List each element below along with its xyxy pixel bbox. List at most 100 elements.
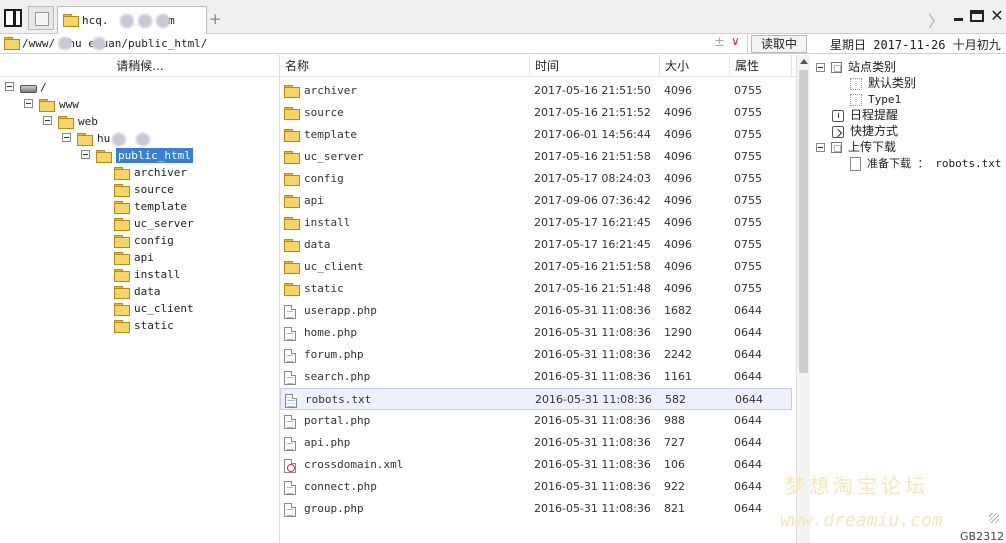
folder-icon: [284, 85, 300, 98]
read-button[interactable]: 读取中: [751, 35, 807, 53]
table-row[interactable]: template 2017-06-01 14:56:44 4096 0755: [280, 124, 792, 146]
table-row[interactable]: connect.php 2016-05-31 11:08:36 922 0644: [280, 476, 792, 498]
tree-node-child[interactable]: template: [114, 198, 187, 215]
tree-node-child[interactable]: archiver: [114, 164, 187, 181]
tree-node-child[interactable]: static: [114, 317, 174, 334]
table-row[interactable]: robots.txt 2016-05-31 11:08:36 582 0644: [280, 388, 792, 410]
tree-node-child[interactable]: uc_server: [114, 215, 194, 232]
tree-node-child[interactable]: data: [114, 283, 161, 300]
folder-icon: [114, 183, 130, 197]
shortcut-icon: [832, 125, 844, 138]
tree-node-child[interactable]: uc_client: [114, 300, 194, 317]
collapse-icon[interactable]: [816, 63, 825, 72]
table-row[interactable]: api 2017-09-06 07:36:42 4096 0755: [280, 190, 792, 212]
folder-icon: [114, 302, 130, 316]
file-time: 2016-05-31 11:08:36: [534, 326, 651, 339]
scroll-up-icon[interactable]: [800, 59, 808, 64]
redaction-blur: [136, 133, 150, 146]
close-button[interactable]: ✕: [989, 8, 1005, 24]
tree-node-web[interactable]: web: [43, 113, 98, 130]
tree-node-shortcut[interactable]: 快捷方式: [832, 123, 898, 139]
table-row[interactable]: search.php 2016-05-31 11:08:36 1161 0644: [280, 366, 792, 388]
file-permission: 0644: [734, 480, 762, 493]
tree-node-www[interactable]: www: [24, 96, 79, 113]
column-header-time[interactable]: 时间: [530, 55, 660, 77]
tree-node-transfers[interactable]: 上传下载: [816, 139, 896, 155]
file-time: 2016-05-31 11:08:36: [534, 436, 651, 449]
tree-node-child[interactable]: api: [114, 249, 154, 266]
tree-node-sites[interactable]: 站点类别: [816, 59, 896, 75]
collapse-icon[interactable]: [62, 133, 71, 142]
tree-node-reminder[interactable]: 日程提醒: [832, 107, 898, 123]
table-row[interactable]: userapp.php 2016-05-31 11:08:36 1682 0644: [280, 300, 792, 322]
file-permission: 0755: [734, 106, 762, 119]
file-size: 821: [664, 502, 685, 515]
table-row[interactable]: uc_client 2017-05-16 21:51:58 4096 0755: [280, 256, 792, 278]
chevron-right-icon[interactable]: 〉: [928, 8, 944, 32]
list-header: 名称 时间 大小 属性: [280, 55, 796, 77]
file-time: 2017-05-16 21:51:48: [534, 282, 651, 295]
tree-node-default-category[interactable]: 默认类别: [850, 75, 916, 91]
new-tab-button[interactable]: +: [209, 10, 222, 28]
file-size: 4096: [664, 150, 692, 163]
dropdown-icon[interactable]: ∨: [731, 34, 740, 48]
table-row[interactable]: install 2017-05-17 16:21:45 4096 0755: [280, 212, 792, 234]
address-bar: /www/ /hu equan/public_html/ ± ∨ 读取中 星期日…: [0, 34, 1006, 54]
folder-icon: [114, 166, 130, 180]
scroll-thumb[interactable]: [799, 70, 808, 373]
column-header-name[interactable]: 名称: [280, 55, 530, 77]
panel-toggle-button[interactable]: [4, 9, 22, 27]
collapse-icon[interactable]: [81, 150, 90, 159]
tree-node-child[interactable]: source: [114, 181, 174, 198]
table-row[interactable]: data 2017-05-17 16:21:45 4096 0755: [280, 234, 792, 256]
tree-node-child[interactable]: install: [114, 266, 180, 283]
file-name: archiver: [304, 84, 357, 97]
file-name: group.php: [304, 502, 364, 515]
table-row[interactable]: uc_server 2017-05-16 21:51:58 4096 0755: [280, 146, 792, 168]
file-time: 2017-05-16 21:51:58: [534, 260, 651, 273]
path-input[interactable]: /www/ /hu equan/public_html/ ± ∨: [0, 34, 748, 54]
table-row[interactable]: crossdomain.xml 2016-05-31 11:08:36 106 064…: [280, 454, 792, 476]
collapse-icon[interactable]: [24, 99, 33, 108]
table-row[interactable]: api.php 2016-05-31 11:08:36 727 0644: [280, 432, 792, 454]
folder-icon: [284, 217, 300, 230]
maximize-button[interactable]: [970, 10, 984, 22]
tab-active[interactable]: hcq. om: [57, 6, 207, 34]
collapse-icon[interactable]: [5, 82, 14, 91]
table-row[interactable]: group.php 2016-05-31 11:08:36 821 0644: [280, 498, 792, 520]
tree-node-root[interactable]: /: [5, 79, 47, 96]
column-header-size[interactable]: 大小: [660, 55, 730, 77]
column-header-perm[interactable]: 属性: [730, 55, 792, 77]
collapse-icon[interactable]: [43, 116, 52, 125]
file-icon: [284, 415, 296, 429]
tree-node-label: api: [134, 251, 154, 264]
plus-minus-icon[interactable]: ±: [714, 35, 725, 50]
table-row[interactable]: home.php 2016-05-31 11:08:36 1290 0644: [280, 322, 792, 344]
file-name: source: [304, 106, 344, 119]
tree-node-child[interactable]: config: [114, 232, 174, 249]
encoding-label: GB2312: [960, 530, 1005, 543]
file-name: uc_server: [304, 150, 364, 163]
resize-grip[interactable]: [989, 513, 999, 523]
tree-node-label: archiver: [134, 166, 187, 179]
table-row[interactable]: portal.php 2016-05-31 11:08:36 988 0644: [280, 410, 792, 432]
minimize-button[interactable]: [951, 9, 967, 23]
blank-tab[interactable]: [28, 6, 54, 30]
tree-node-pending-download[interactable]: 准备下载 ： robots.txt: [850, 155, 1001, 171]
drive-icon: [20, 83, 37, 93]
tree-node-type1[interactable]: Type1: [850, 91, 901, 107]
tab-bar: hcq. om + 〉 ✕: [0, 0, 1006, 34]
file-size: 2242: [664, 348, 692, 361]
collapse-icon[interactable]: [816, 143, 825, 152]
file-name: api: [304, 194, 324, 207]
folder-icon: [284, 151, 300, 164]
tree-status-header: 请稍候...: [0, 55, 280, 77]
table-row[interactable]: config 2017-05-17 08:24:03 4096 0755: [280, 168, 792, 190]
table-row[interactable]: static 2017-05-16 21:51:48 4096 0755: [280, 278, 792, 300]
file-time: 2016-05-31 11:08:36: [534, 480, 651, 493]
tree-node-label: uc_server: [134, 217, 194, 230]
tree-node-public-html[interactable]: public_html: [81, 147, 193, 164]
table-row[interactable]: source 2017-05-16 21:51:52 4096 0755: [280, 102, 792, 124]
table-row[interactable]: archiver 2017-05-16 21:51:50 4096 0755: [280, 80, 792, 102]
table-row[interactable]: forum.php 2016-05-31 11:08:36 2242 0644: [280, 344, 792, 366]
